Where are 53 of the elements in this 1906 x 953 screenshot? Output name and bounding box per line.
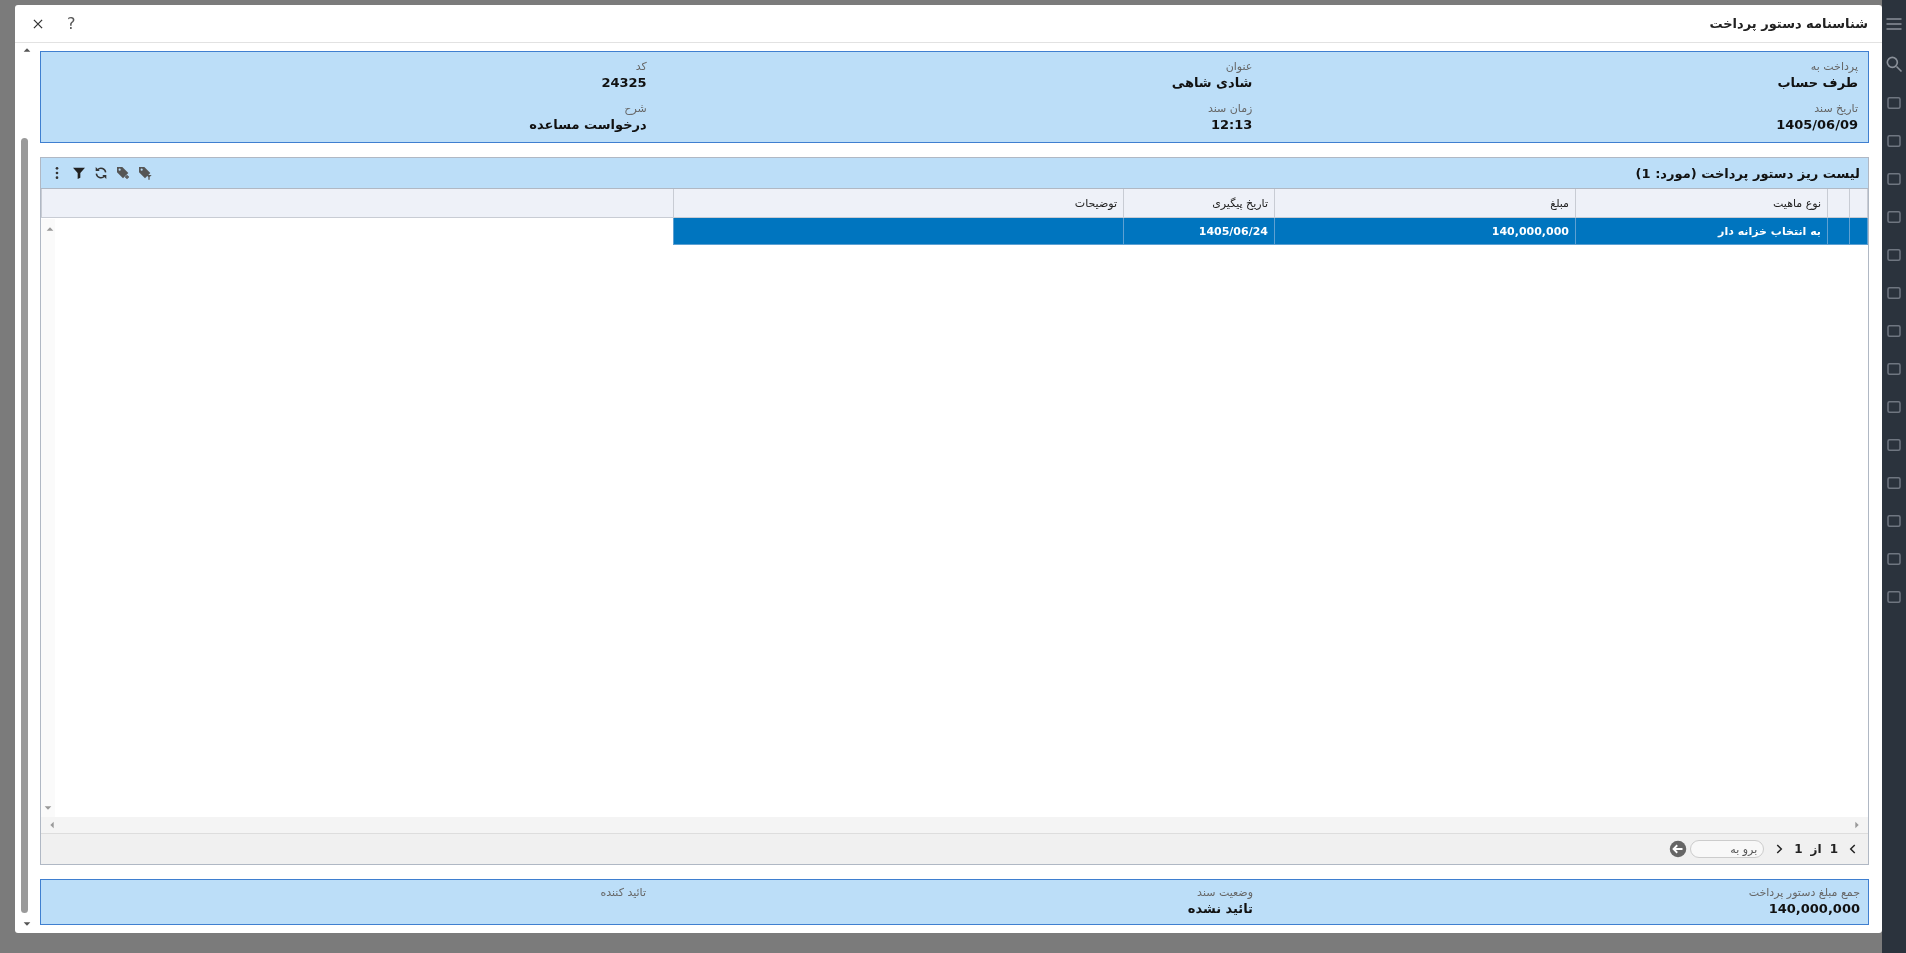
field-label: عنوان bbox=[1225, 60, 1253, 73]
table-cell: به انتخاب خزانه دار bbox=[1575, 217, 1828, 245]
sidebar-icon[interactable] bbox=[1885, 474, 1903, 492]
page-of-label: از bbox=[1810, 842, 1822, 856]
tag-add-icon[interactable] bbox=[115, 165, 131, 181]
search-icon[interactable] bbox=[1884, 54, 1904, 74]
dialog-title: شناسنامه دستور پرداخت bbox=[1709, 16, 1868, 31]
help-button[interactable]: ? bbox=[67, 14, 76, 33]
page-total: 1 bbox=[1794, 842, 1803, 856]
sidebar-icon[interactable] bbox=[1885, 512, 1903, 530]
sidebar-icon[interactable] bbox=[1885, 550, 1903, 568]
table-cell: 140,000,000 bbox=[1274, 217, 1576, 245]
sidebar-icon[interactable] bbox=[1885, 360, 1903, 378]
table-cell: 1405/06/24 bbox=[1123, 217, 1275, 245]
grid-title: لیست ریز دستور پرداخت (مورد: 1) bbox=[1635, 165, 1860, 181]
sidebar-icon[interactable] bbox=[1885, 246, 1903, 264]
scrollbar-thumb[interactable] bbox=[21, 138, 28, 913]
page-number: 1 bbox=[1829, 842, 1838, 856]
field-value: 1405/06/09 bbox=[1776, 117, 1858, 132]
field-value: شادی شاهی bbox=[1171, 75, 1253, 90]
header-cell bbox=[1849, 189, 1868, 218]
column-header[interactable]: مبلغ bbox=[1274, 189, 1576, 218]
field-value: 24325 bbox=[601, 75, 647, 90]
sidebar-icon[interactable] bbox=[1885, 284, 1903, 302]
column-header[interactable]: تاریخ پیگیری bbox=[1123, 189, 1275, 218]
goto-page-field[interactable]: برو به bbox=[1690, 840, 1765, 858]
header-cell bbox=[1827, 189, 1850, 218]
sidebar-icon[interactable] bbox=[1885, 398, 1903, 416]
field-label: وضعیت سند bbox=[1197, 886, 1253, 899]
field-label: پرداخت به bbox=[1810, 60, 1858, 73]
field-value: تائید نشده bbox=[1187, 901, 1253, 916]
field-label: تاریخ سند bbox=[1814, 102, 1858, 115]
field-value: طرف حساب bbox=[1777, 75, 1858, 90]
field-label: زمان سند bbox=[1207, 102, 1253, 115]
sidebar-icon[interactable] bbox=[1885, 208, 1903, 226]
sidebar-icon[interactable] bbox=[1885, 436, 1903, 454]
field-value: 12:13 bbox=[1210, 117, 1253, 132]
field-label: کد bbox=[635, 60, 647, 73]
sidebar-icon[interactable] bbox=[1885, 588, 1903, 606]
field-label: جمع مبلغ دستور پرداخت bbox=[1748, 886, 1860, 899]
sidebar-icon[interactable] bbox=[1885, 94, 1903, 112]
field-value: درخواست مساعده bbox=[529, 117, 647, 132]
field-label: تائید کننده bbox=[600, 886, 646, 899]
refresh-icon[interactable] bbox=[93, 165, 109, 181]
tag-filter-icon[interactable] bbox=[137, 165, 153, 181]
field-label: شرح bbox=[624, 102, 647, 115]
field-value: 140,000,000 bbox=[1768, 901, 1860, 916]
sidebar-icon[interactable] bbox=[1885, 170, 1903, 188]
sidebar-icon[interactable] bbox=[1885, 132, 1903, 150]
column-header[interactable]: توضیحات bbox=[673, 189, 1124, 218]
filter-icon[interactable] bbox=[71, 165, 87, 181]
sidebar-icon[interactable] bbox=[1885, 322, 1903, 340]
column-header[interactable]: نوع ماهیت bbox=[1575, 189, 1828, 218]
